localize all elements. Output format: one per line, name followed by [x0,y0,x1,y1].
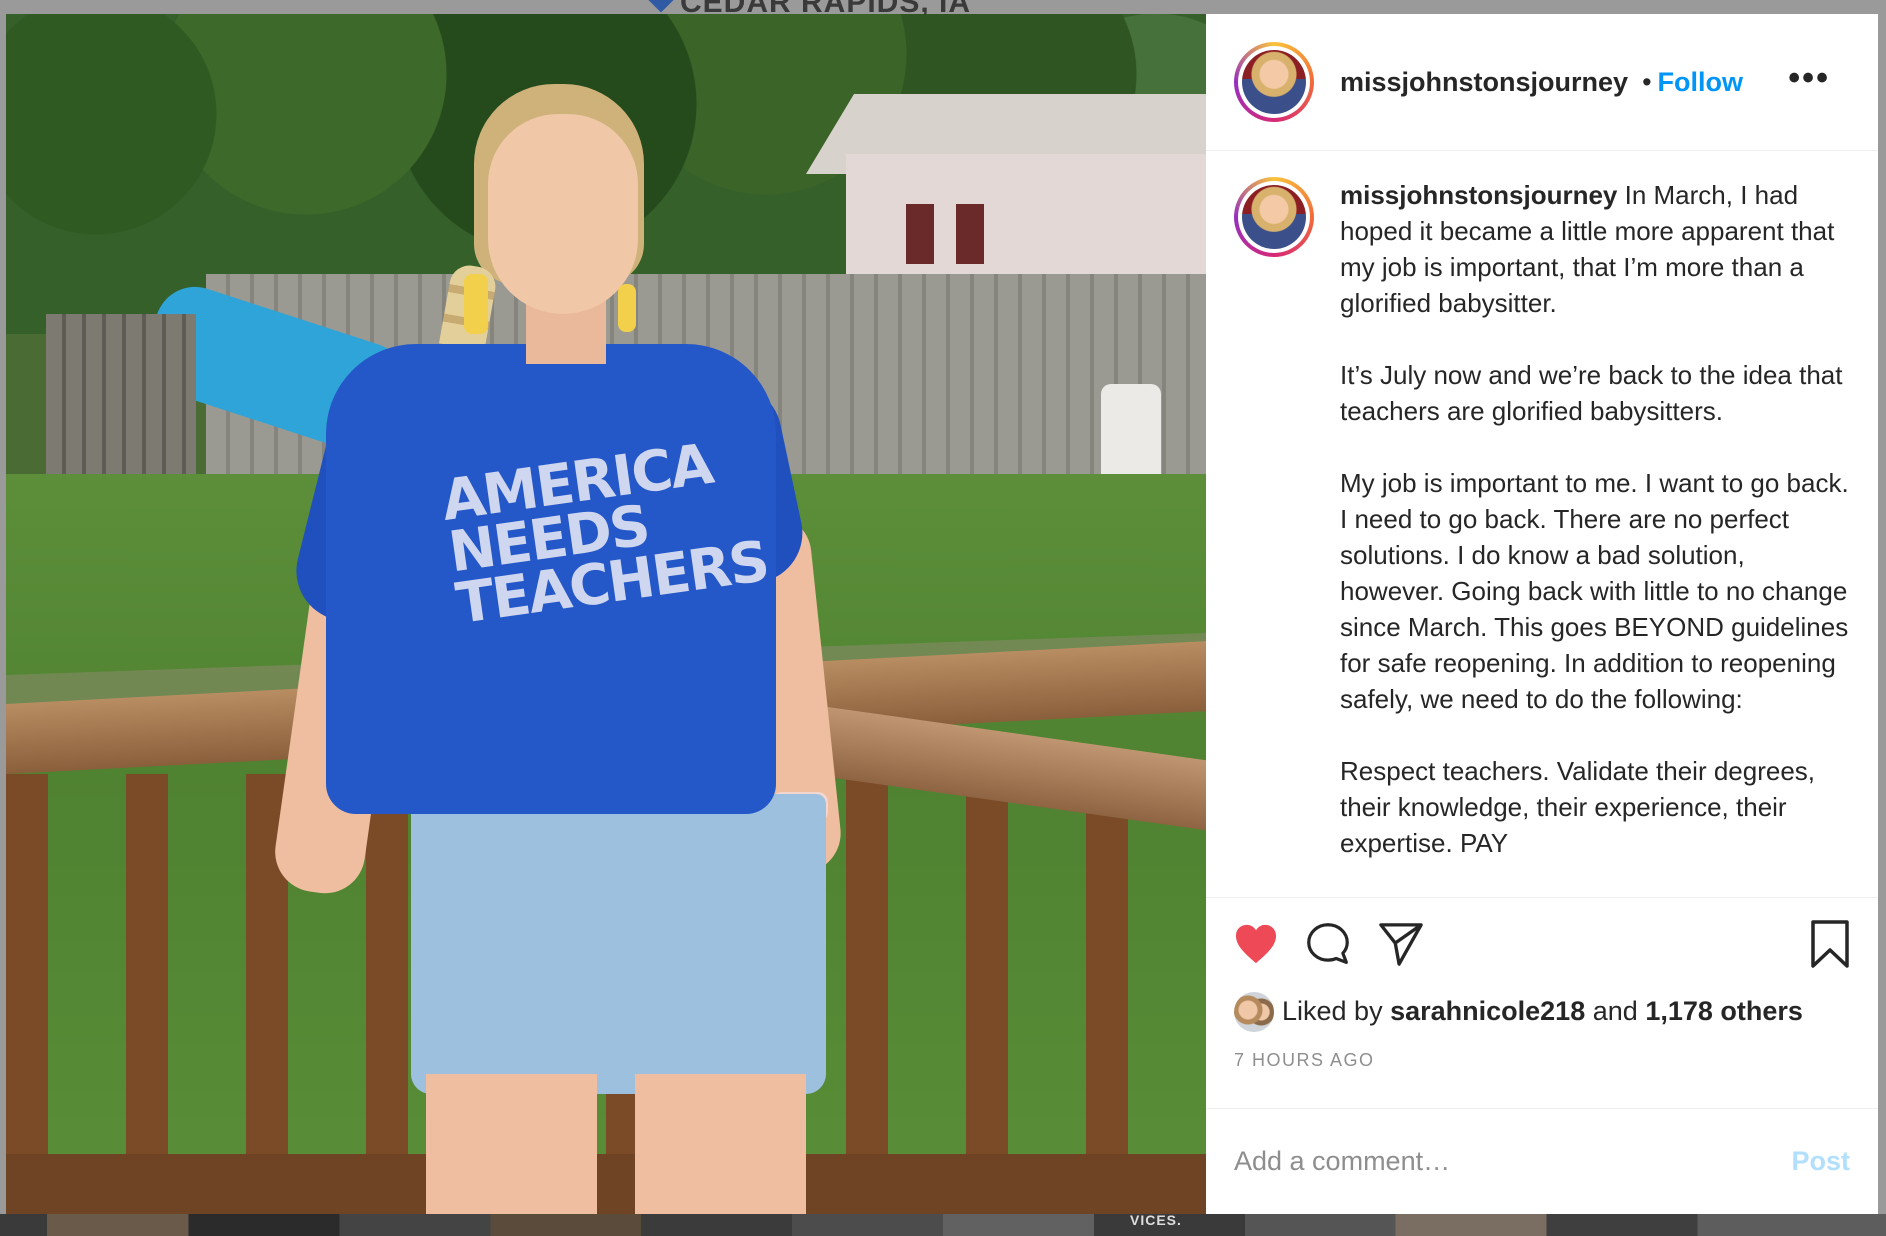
location-pin-icon [645,0,677,13]
liker-avatar[interactable] [1234,991,1274,1032]
post-header: missjohnstonsjourney • Follow ••• [1206,14,1878,152]
photo-person-earring [464,274,488,334]
photo-person-legs [426,1074,806,1214]
share-icon[interactable] [1378,922,1424,966]
caption-text: missjohnstonsjourney In March, I had hop… [1340,177,1850,896]
follow-button[interactable]: Follow [1658,67,1743,98]
comment-bar: Post [1206,1107,1878,1214]
avatar-image [1242,185,1306,250]
comment-icon[interactable] [1306,922,1350,966]
photo-house [846,154,1206,294]
post-comment-button[interactable]: Post [1791,1146,1850,1177]
likes-conjunction: and [1592,996,1638,1027]
photo-person-shorts [411,794,826,1094]
likes-summary: Liked by sarahnicole218 and 1,178 others [1234,990,1850,1034]
photo-person-earring [618,284,636,332]
caption-username[interactable]: missjohnstonsjourney [1340,180,1617,210]
post-modal: AMERICA NEEDS TEACHERS missjohnstonsjour… [6,14,1878,1214]
photo-house-window [906,204,934,264]
author-username[interactable]: missjohnstonsjourney [1340,67,1628,98]
liker-username[interactable]: sarahnicole218 [1390,996,1585,1027]
post-actions: Liked by sarahnicole218 and 1,178 others… [1206,896,1878,1108]
background-strip-text: VICES. [1130,1212,1182,1228]
bookmark-icon[interactable] [1810,920,1850,973]
caption-scroll-area[interactable]: missjohnstonsjourney In March, I had hop… [1206,151,1878,896]
more-options-icon[interactable]: ••• [1788,61,1830,95]
comment-input[interactable] [1234,1145,1674,1177]
author-avatar[interactable] [1234,42,1314,123]
post-timestamp[interactable]: 7 HOURS AGO [1234,1050,1850,1071]
caption-avatar[interactable] [1234,177,1314,258]
likes-count-link[interactable]: 1,178 others [1645,996,1803,1027]
header-separator: • [1642,66,1652,97]
caption-body: In March, I had hoped it became a little… [1340,180,1849,859]
action-icons-row [1234,898,1850,990]
background-grid-strip [0,1214,1886,1236]
heart-icon[interactable] [1234,924,1278,964]
photo-chair [1101,384,1161,484]
likes-prefix: Liked by [1282,996,1383,1027]
post-photo[interactable]: AMERICA NEEDS TEACHERS [6,14,1206,1214]
photo-person-face [488,114,638,314]
post-sidebar: missjohnstonsjourney • Follow ••• missjo… [1206,14,1878,1214]
avatar-image [1242,50,1306,115]
photo-house-window [956,204,984,264]
